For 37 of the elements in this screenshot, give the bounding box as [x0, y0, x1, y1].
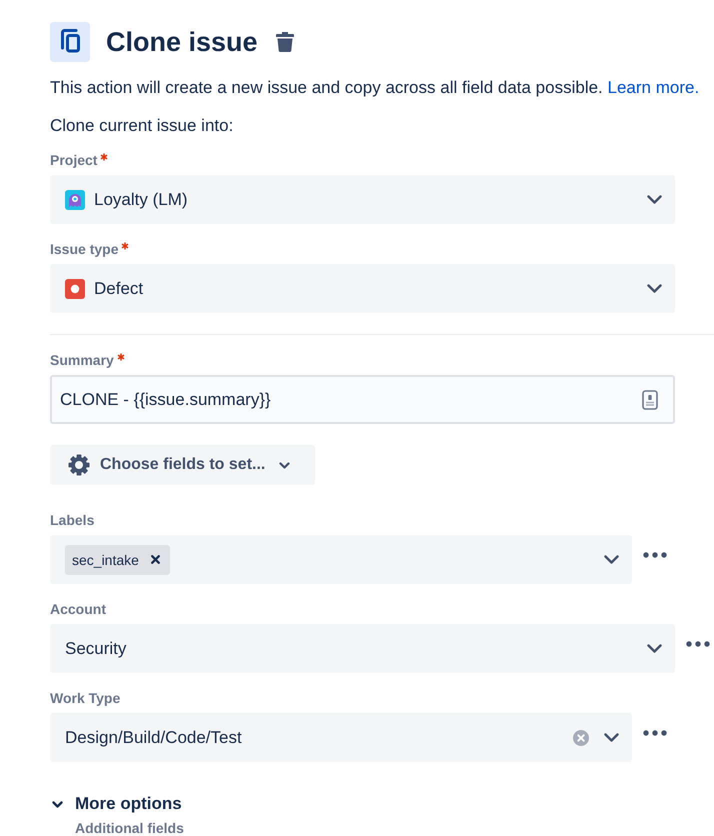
description-text: This action will create a new issue and copy across all field data possible. Learn more. [50, 77, 700, 99]
select-field[interactable]: Design/Build/Code/Test [50, 713, 632, 762]
learn-more-link[interactable]: Learn more. [608, 78, 700, 97]
select-field[interactable]: Security [50, 624, 675, 673]
more-icon[interactable] [643, 552, 667, 558]
field-label: Issue type [50, 240, 118, 259]
project-select[interactable]: Loyalty (LM) [50, 175, 675, 224]
tag-chip[interactable]: sec_intake [65, 544, 170, 574]
chevron-down-icon[interactable] [604, 733, 619, 742]
copy-icon [50, 22, 90, 62]
field-label: Work Type [50, 689, 120, 708]
issue-type-select[interactable]: Defect [50, 264, 675, 313]
chevron-down-icon[interactable] [647, 284, 662, 293]
trash-icon[interactable] [276, 32, 294, 52]
chevron-down-icon [279, 462, 290, 468]
field-label: Account [50, 600, 106, 619]
chevron-down-icon[interactable] [647, 195, 662, 204]
remove-icon[interactable] [150, 555, 160, 564]
labels-select[interactable]: sec_intake [50, 535, 632, 584]
gear-icon [68, 454, 90, 476]
dot-square-icon [65, 278, 85, 298]
chevron-down-icon[interactable] [604, 555, 619, 564]
id-card-icon[interactable] [642, 390, 658, 410]
field-label: Summary [50, 351, 114, 370]
section-heading: Clone current issue into: [50, 115, 234, 137]
more-icon[interactable] [686, 641, 710, 647]
more-options-toggle[interactable]: More options [75, 792, 182, 816]
more-icon[interactable] [643, 730, 667, 736]
chevron-down-icon[interactable] [647, 644, 662, 653]
choose-fields-button[interactable]: Choose fields to set... [50, 445, 316, 485]
field-label: Labels [50, 511, 94, 530]
field-label: Project [50, 151, 98, 170]
chevron-down-icon[interactable] [52, 798, 63, 810]
page-title: Clone issue [106, 26, 258, 59]
summary-field[interactable]: CLONE - {{issue.summary}} [50, 375, 675, 424]
project-avatar-icon [65, 190, 85, 210]
section-subtitle: Additional fields [75, 820, 184, 836]
